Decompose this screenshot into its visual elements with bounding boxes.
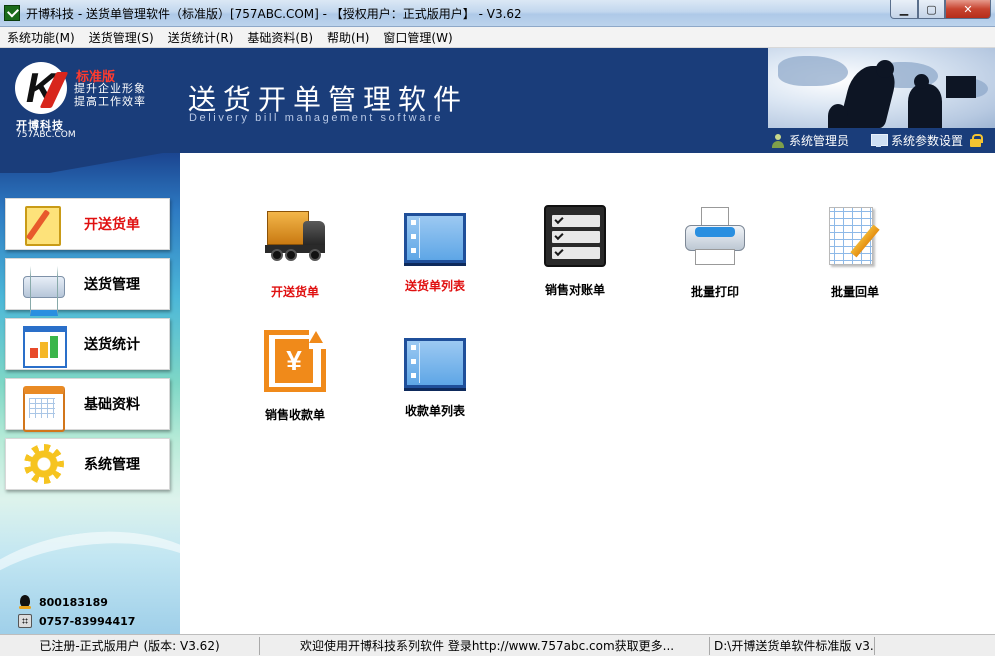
tile-sales-payment[interactable]: ¥ 销售收款单 [235, 329, 355, 423]
tile-label: 收款单列表 [404, 404, 465, 418]
list-window-icon [404, 338, 466, 388]
truck-icon [263, 205, 327, 269]
menu-system[interactable]: 系统功能(M) [0, 29, 82, 46]
yen-receipt-icon: ¥ [264, 329, 327, 392]
tile-batch-print[interactable]: 批量打印 [655, 205, 775, 300]
sidebar: 开送货单 送货管理 送货统计 基础资料 系统管理 800183189 0757-… [0, 153, 180, 634]
status-bar: 已注册-正式版用户 (版本: V3.62) 欢迎使用开博科技系列软件 登录htt… [0, 634, 995, 656]
system-settings-link[interactable]: 系统参数设置 [871, 132, 963, 149]
qq-contact[interactable]: 800183189 [18, 595, 108, 610]
tile-label: 开送货单 [270, 285, 319, 299]
menu-delivery[interactable]: 送货管理(S) [82, 29, 161, 46]
tile-batch-receipt[interactable]: 批量回单 [795, 205, 915, 300]
app-checkmark-icon[interactable] [4, 5, 20, 21]
system-settings-label: 系统参数设置 [891, 134, 964, 148]
sidebar-item-system-management[interactable]: 系统管理 [5, 438, 170, 490]
company-logo-icon: K [15, 62, 69, 114]
tile-new-delivery[interactable]: 开送货单 [235, 205, 355, 300]
qq-number: 800183189 [39, 596, 108, 609]
tile-label: 批量回单 [830, 285, 879, 299]
sidebar-item-label: 系统管理 [84, 457, 140, 473]
window-controls: ▁ ▢ ✕ [890, 0, 991, 19]
sidebar-item-delivery-statistics[interactable]: 送货统计 [5, 318, 170, 370]
close-icon: ✕ [963, 2, 973, 16]
close-button[interactable]: ✕ [945, 0, 991, 19]
minimize-icon: ▁ [899, 2, 909, 16]
sidebar-item-label: 送货统计 [84, 337, 140, 353]
tile-label: 销售对账单 [544, 283, 605, 297]
menu-basic-data[interactable]: 基础资料(B) [240, 29, 320, 46]
status-registration: 已注册-正式版用户 (版本: V3.62) [0, 636, 260, 655]
title-bar: 开博科技 - 送货单管理软件（标准版）[757ABC.COM] - 【授权用户：… [0, 0, 995, 27]
checklist-icon [544, 205, 606, 267]
header-banner: K 标准版 提升企业形象 提高工作效率 开博科技 757ABC.COM 送货开单… [0, 48, 995, 153]
phone-contact: 0757-83994417 [18, 614, 135, 628]
minimize-button[interactable]: ▁ [890, 0, 918, 19]
telephone-icon [18, 614, 32, 628]
banner-photo [768, 48, 995, 128]
monitor-icon [871, 134, 889, 147]
brand-url: 757ABC.COM [16, 130, 76, 140]
calendar-grid-icon [21, 384, 67, 432]
user-icon [771, 133, 785, 148]
gear-icon [21, 444, 67, 484]
notepad-pencil-icon [21, 204, 67, 246]
sidebar-item-delivery-management[interactable]: 送货管理 [5, 258, 170, 316]
phone-number: 0757-83994417 [39, 614, 136, 628]
tile-delivery-list[interactable]: 送货单列表 [375, 205, 495, 294]
main-panel: 开送货单 送货单列表 销售对账单 批量打印 批量回单 ¥ 销售收款单 收款单列表 [180, 153, 995, 634]
tile-label: 批量打印 [690, 285, 739, 299]
list-window-icon [404, 213, 466, 263]
maximize-icon: ▢ [926, 2, 937, 16]
slogan: 提升企业形象 提高工作效率 [74, 82, 146, 108]
bar-chart-icon [21, 324, 67, 368]
sidebar-item-label: 开送货单 [84, 217, 140, 233]
status-message: 欢迎使用开博科技系列软件 登录http://www.757abc.com获取更多… [260, 636, 710, 655]
current-user-label: 系统管理员 [789, 134, 850, 148]
menu-statistics[interactable]: 送货统计(R) [161, 29, 241, 46]
menu-window[interactable]: 窗口管理(W) [376, 29, 459, 46]
slogan-line-2: 提高工作效率 [74, 95, 146, 108]
sidebar-item-label: 基础资料 [84, 397, 140, 413]
menu-bar: 系统功能(M) 送货管理(S) 送货统计(R) 基础资料(B) 帮助(H) 窗口… [0, 27, 995, 48]
status-path: D:\开博送货单软件标准版 v3.6 [710, 636, 875, 655]
current-user[interactable]: 系统管理员 [771, 132, 849, 149]
tile-payment-list[interactable]: 收款单列表 [375, 330, 495, 419]
sidebar-item-basic-data[interactable]: 基础资料 [5, 378, 170, 432]
user-toolbar: 系统管理员 系统参数设置 [768, 128, 995, 153]
menu-help[interactable]: 帮助(H) [320, 29, 376, 46]
app-subtitle: Delivery bill management software [189, 112, 443, 124]
printer-icon [683, 205, 747, 269]
sidebar-item-new-delivery[interactable]: 开送货单 [5, 198, 170, 250]
window-title: 开博科技 - 送货单管理软件（标准版）[757ABC.COM] - 【授权用户：… [26, 6, 522, 21]
qq-penguin-icon [18, 595, 32, 610]
spreadsheet-pencil-icon [823, 205, 887, 269]
tile-label: 送货单列表 [404, 279, 465, 293]
maximize-button[interactable]: ▢ [918, 0, 945, 19]
lock-icon[interactable] [970, 134, 984, 147]
slogan-line-1: 提升企业形象 [74, 82, 146, 95]
tile-sales-statement[interactable]: 销售对账单 [515, 205, 635, 298]
tile-label: 销售收款单 [264, 408, 325, 422]
printer-icon [21, 264, 67, 316]
sidebar-item-label: 送货管理 [84, 277, 140, 293]
